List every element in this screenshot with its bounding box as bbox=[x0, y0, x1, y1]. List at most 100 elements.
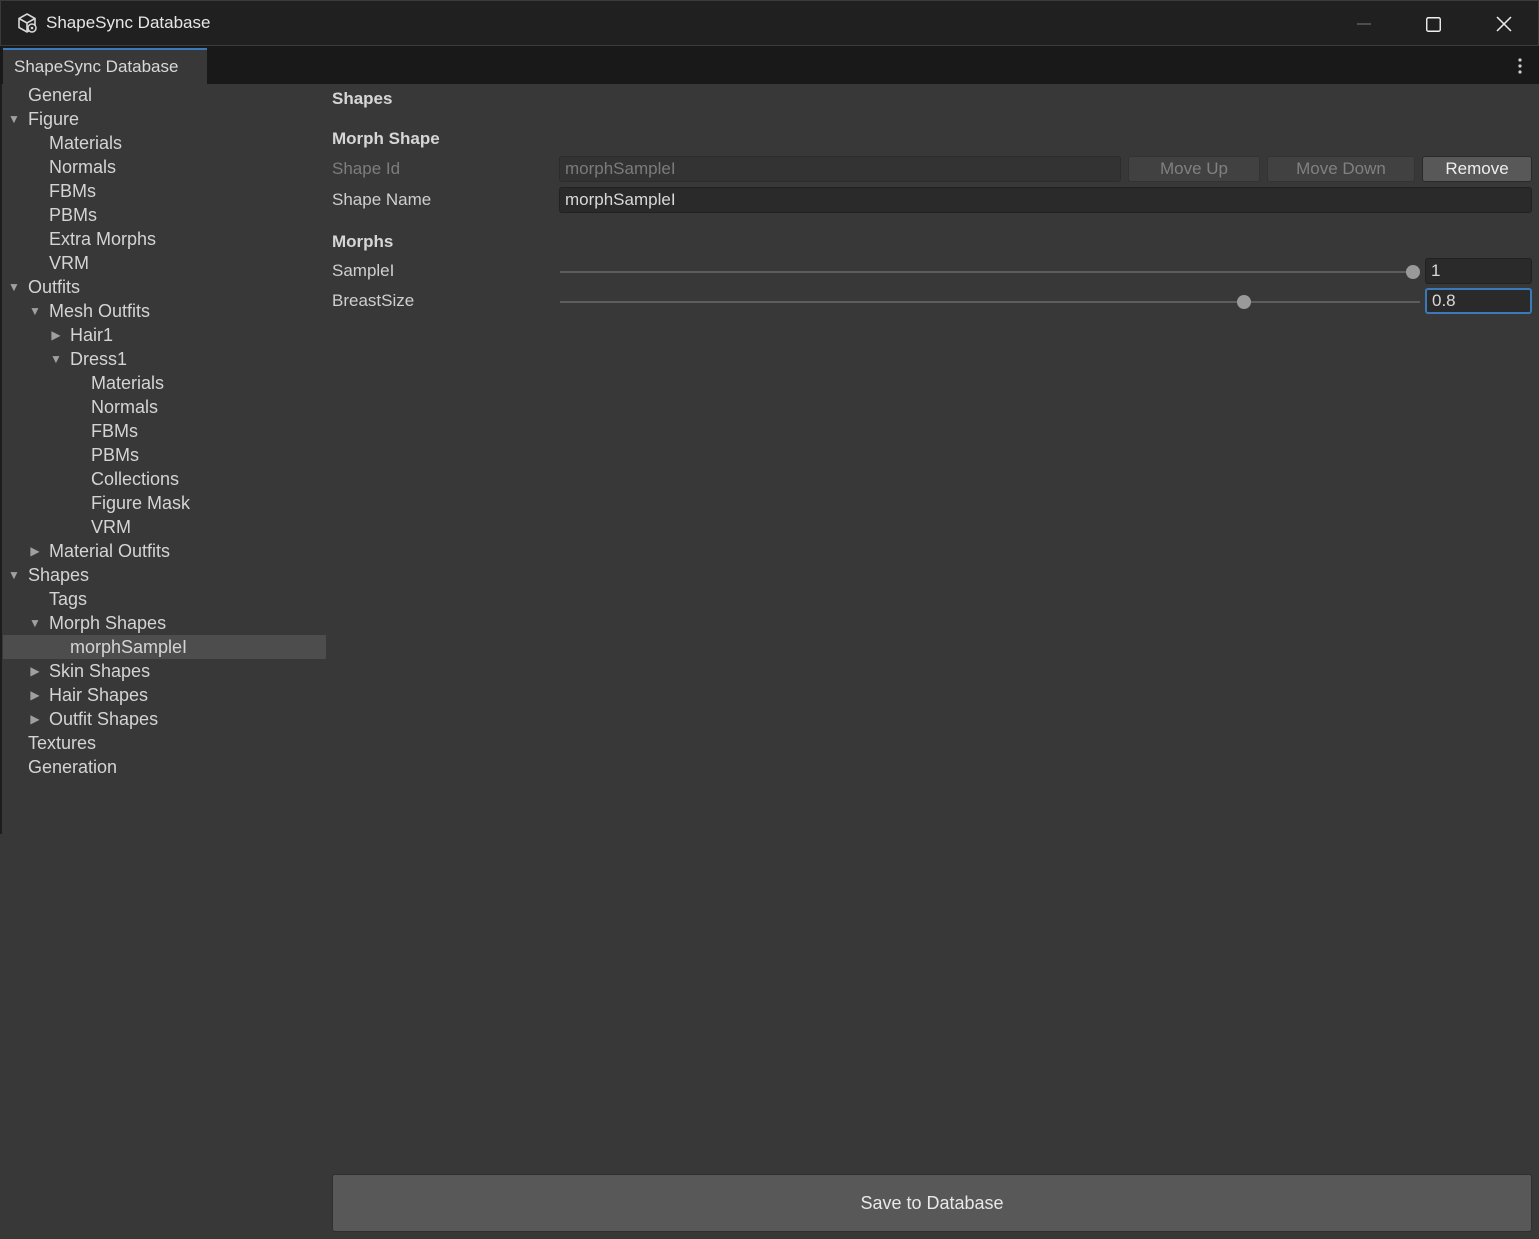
sidebar-item-label: Materials bbox=[91, 372, 165, 393]
shape-id-label: Shape Id bbox=[332, 159, 401, 178]
window-left-edge bbox=[0, 84, 2, 834]
sidebar-item-label: VRM bbox=[91, 516, 131, 537]
sidebar-item-materials[interactable]: Materials bbox=[3, 371, 326, 395]
sidebar-item-hair-shapes[interactable]: ▶ Hair Shapes bbox=[3, 683, 326, 707]
sidebar-item-label: Figure Mask bbox=[91, 492, 191, 513]
expanded-arrow-icon[interactable]: ▼ bbox=[7, 280, 21, 294]
sidebar-item-label: Materials bbox=[49, 132, 123, 153]
unity-cube-icon bbox=[18, 13, 37, 33]
sidebar-item-outfits[interactable]: ▼ Outfits bbox=[3, 275, 326, 299]
inspector-panel: Shapes Morph Shape Shape Id morphSampleI… bbox=[332, 84, 1532, 1234]
morph-value-field-samplei[interactable]: 1 bbox=[1425, 258, 1532, 284]
sidebar-item-outfit-shapes[interactable]: ▶ Outfit Shapes bbox=[3, 707, 326, 731]
shape-name-field[interactable]: morphSampleI bbox=[559, 187, 1532, 213]
close-button[interactable] bbox=[1469, 1, 1539, 47]
sidebar-item-collections[interactable]: Collections bbox=[3, 467, 326, 491]
sidebar-item-label: Extra Morphs bbox=[49, 228, 157, 249]
sidebar-item-material-outfits[interactable]: ▶ Material Outfits bbox=[3, 539, 326, 563]
sidebar-item-fbms[interactable]: FBMs bbox=[3, 179, 326, 203]
sidebar-item-fbms[interactable]: FBMs bbox=[3, 419, 326, 443]
sidebar-item-tags[interactable]: Tags bbox=[3, 587, 326, 611]
minimize-button[interactable] bbox=[1329, 1, 1399, 47]
slider-thumb[interactable] bbox=[1406, 265, 1420, 279]
sidebar-item-extra-morphs[interactable]: Extra Morphs bbox=[3, 227, 326, 251]
morph-label-breastsize: BreastSize bbox=[332, 291, 415, 310]
collapsed-arrow-icon[interactable]: ▶ bbox=[49, 328, 63, 342]
shape-id-field: morphSampleI bbox=[559, 156, 1121, 182]
sidebar-item-label: FBMs bbox=[49, 180, 96, 201]
expanded-arrow-icon[interactable]: ▼ bbox=[7, 112, 21, 126]
sidebar-item-label: morphSampleI bbox=[70, 636, 188, 657]
sidebar-item-pbms[interactable]: PBMs bbox=[3, 203, 326, 227]
sidebar-item-figure[interactable]: ▼ Figure bbox=[3, 107, 326, 131]
sidebar-item-label: Outfit Shapes bbox=[49, 708, 159, 729]
kebab-menu-icon[interactable] bbox=[1510, 54, 1530, 78]
maximize-icon bbox=[1425, 16, 1441, 32]
sidebar-item-label: FBMs bbox=[91, 420, 138, 441]
morph-shape-header: Morph Shape bbox=[332, 129, 440, 148]
morph-slider-samplei[interactable] bbox=[560, 271, 1420, 273]
editor-tab-strip: ShapeSync Database bbox=[0, 46, 1539, 84]
sidebar-item-label: Morph Shapes bbox=[49, 612, 167, 633]
sidebar-item-label: Material Outfits bbox=[49, 540, 171, 561]
remove-button[interactable]: Remove bbox=[1422, 156, 1532, 182]
sidebar-item-label: Textures bbox=[28, 732, 97, 753]
collapsed-arrow-icon[interactable]: ▶ bbox=[28, 712, 42, 726]
sidebar-item-label: Hair1 bbox=[70, 324, 114, 345]
sidebar-item-label: Normals bbox=[49, 156, 117, 177]
sidebar-item-vrm[interactable]: VRM bbox=[3, 251, 326, 275]
expanded-arrow-icon[interactable]: ▼ bbox=[28, 616, 42, 630]
sidebar-item-hair1[interactable]: ▶ Hair1 bbox=[3, 323, 326, 347]
sidebar-item-mesh-outfits[interactable]: ▼ Mesh Outfits bbox=[3, 299, 326, 323]
window-titlebar: ShapeSync Database bbox=[0, 0, 1539, 46]
sidebar-item-normals[interactable]: Normals bbox=[3, 395, 326, 419]
sidebar-item-label: Collections bbox=[91, 468, 180, 489]
sidebar-item-skin-shapes[interactable]: ▶ Skin Shapes bbox=[3, 659, 326, 683]
sidebar-item-generation[interactable]: Generation bbox=[3, 755, 326, 779]
morph-value-field-breastsize[interactable]: 0.8 bbox=[1425, 288, 1532, 314]
collapsed-arrow-icon[interactable]: ▶ bbox=[28, 664, 42, 678]
move-up-button[interactable]: Move Up bbox=[1128, 156, 1260, 182]
slider-thumb[interactable] bbox=[1236, 295, 1251, 309]
sidebar-item-label: Mesh Outfits bbox=[49, 300, 151, 321]
sidebar-item-label: Tags bbox=[49, 588, 88, 609]
sidebar-item-vrm[interactable]: VRM bbox=[3, 515, 326, 539]
shape-name-label: Shape Name bbox=[332, 190, 432, 209]
save-to-database-button[interactable]: Save to Database bbox=[332, 1174, 1532, 1232]
sidebar-item-label: Normals bbox=[91, 396, 159, 417]
maximize-button[interactable] bbox=[1398, 1, 1468, 47]
sidebar-item-label: PBMs bbox=[49, 204, 98, 225]
expanded-arrow-icon[interactable]: ▼ bbox=[49, 352, 63, 366]
close-icon bbox=[1496, 16, 1512, 32]
morph-slider-breastsize[interactable] bbox=[560, 301, 1420, 303]
sidebar-item-label: VRM bbox=[49, 252, 89, 273]
sidebar-tree: General ▼ Figure Materials Normals FBMs PBMs Ex… bbox=[3, 84, 326, 796]
sidebar-item-shapes[interactable]: ▼ Shapes bbox=[3, 563, 326, 587]
tab-shapesync-database[interactable]: ShapeSync Database bbox=[3, 48, 207, 84]
expanded-arrow-icon[interactable]: ▼ bbox=[7, 568, 21, 582]
collapsed-arrow-icon[interactable]: ▶ bbox=[28, 544, 42, 558]
sidebar-item-dress1[interactable]: ▼ Dress1 bbox=[3, 347, 326, 371]
sidebar-item-label: Figure bbox=[28, 108, 80, 129]
sidebar-item-pbms[interactable]: PBMs bbox=[3, 443, 326, 467]
sidebar-item-label: Shapes bbox=[28, 564, 90, 585]
sidebar-item-textures[interactable]: Textures bbox=[3, 731, 326, 755]
sidebar-item-label: PBMs bbox=[91, 444, 140, 465]
sidebar-item-label: Dress1 bbox=[70, 348, 128, 369]
sidebar-item-label: Outfits bbox=[28, 276, 81, 297]
collapsed-arrow-icon[interactable]: ▶ bbox=[28, 688, 42, 702]
expanded-arrow-icon[interactable]: ▼ bbox=[28, 304, 42, 318]
sidebar-item-materials[interactable]: Materials bbox=[3, 131, 326, 155]
sidebar-item-label: Skin Shapes bbox=[49, 660, 151, 681]
move-down-button[interactable]: Move Down bbox=[1267, 156, 1415, 182]
sidebar-item-morph-shapes[interactable]: ▼ Morph Shapes bbox=[3, 611, 326, 635]
sidebar-item-general[interactable]: General bbox=[3, 83, 326, 107]
sidebar-item-label: General bbox=[28, 84, 93, 105]
morphs-header: Morphs bbox=[332, 232, 394, 251]
page-title: Shapes bbox=[332, 89, 393, 108]
sidebar-item-label: Generation bbox=[28, 756, 118, 777]
minimize-icon bbox=[1357, 23, 1371, 25]
sidebar-item-morphsamplei[interactable]: morphSampleI bbox=[3, 635, 326, 659]
sidebar-item-normals[interactable]: Normals bbox=[3, 155, 326, 179]
sidebar-item-figure-mask[interactable]: Figure Mask bbox=[3, 491, 326, 515]
